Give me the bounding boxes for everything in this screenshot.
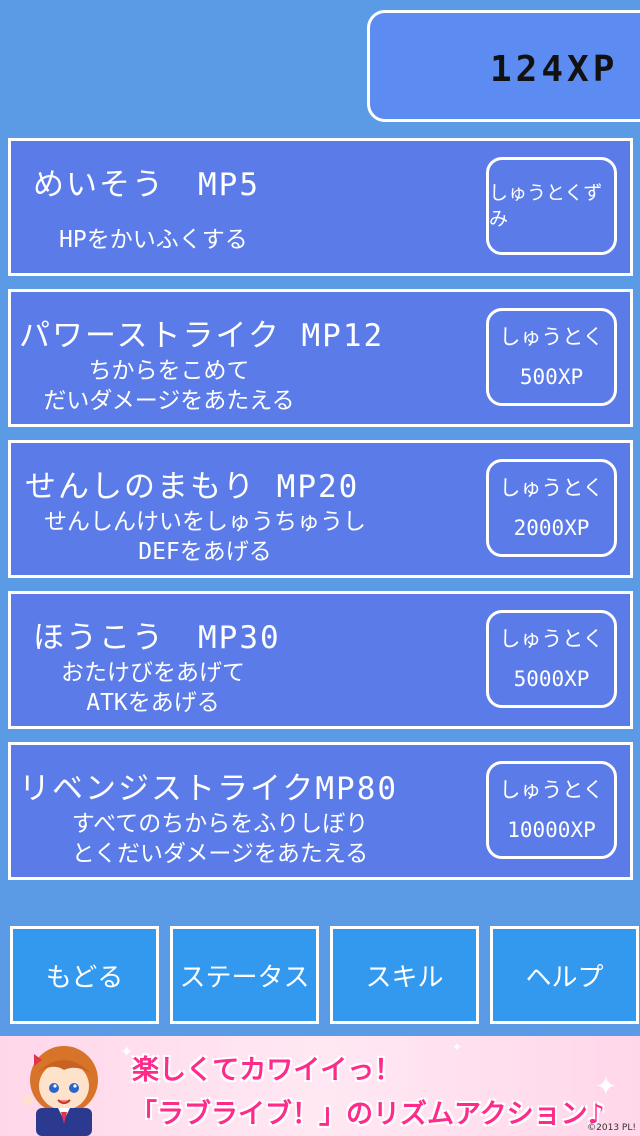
status-button[interactable]: ステータス: [170, 926, 319, 1024]
skill-description-line: おたけびをあげて: [61, 660, 245, 686]
ad-banner[interactable]: ✦ ✦ ✦ 楽しくてカワイイっ！ 「ラブライブ！」のリズムアクション♪ ©201…: [0, 1036, 640, 1136]
skill-title: めいそう MP5: [33, 167, 260, 203]
skill-description: すべてのちからをふりしぼり とくだいダメージをあたえる: [55, 809, 385, 869]
learn-cost: 5000XP: [513, 667, 590, 691]
ad-copyright: ©2013 PL!: [587, 1123, 636, 1133]
learn-button[interactable]: しゅうとく 5000XP: [486, 610, 617, 708]
skill-row-houkou: ほうこう MP30 おたけびをあげて ATKをあげる しゅうとく 5000XP: [8, 591, 633, 729]
xp-panel: 124XP: [367, 10, 640, 122]
skill-description: せんしんけいをしゅうちゅうし DEFをあげる: [35, 507, 375, 567]
idol-character-image: [23, 1046, 98, 1136]
skill-row-revenge-strike: リベンジストライクMP80 すべてのちからをふりしぼり とくだいダメージをあたえ…: [8, 742, 633, 880]
learn-cost: 500XP: [519, 365, 584, 389]
help-button[interactable]: ヘルプ: [490, 926, 639, 1024]
learn-label: しゅうとく: [499, 778, 604, 802]
learn-button[interactable]: しゅうとく 10000XP: [486, 761, 617, 859]
back-button[interactable]: もどる: [10, 926, 159, 1024]
learn-cost: 10000XP: [507, 818, 596, 842]
learn-label: しゅうとく: [499, 627, 604, 651]
skill-description-line: だいダメージをあたえる: [43, 388, 295, 414]
learn-button[interactable]: しゅうとく 500XP: [486, 308, 617, 406]
skill-title: パワーストライク MP12: [19, 318, 385, 354]
sparkle-icon: ✦: [452, 1040, 463, 1054]
skill-title: リベンジストライクMP80: [19, 771, 399, 807]
skill-row-power-strike: パワーストライク MP12 ちからをこめて だいダメージをあたえる しゅうとく …: [8, 289, 633, 427]
learn-button[interactable]: しゅうとく 2000XP: [486, 459, 617, 557]
skill-description-line: DEFをあげる: [138, 539, 272, 565]
skill-row-senshi-no-mamori: せんしのまもり MP20 せんしんけいをしゅうちゅうし DEFをあげる しゅうと…: [8, 440, 633, 578]
skill-title: せんしのまもり MP20: [25, 469, 360, 505]
skill-description: おたけびをあげて ATKをあげる: [53, 658, 253, 718]
skill-description-line: せんしんけいをしゅうちゅうし: [44, 509, 366, 535]
ad-headline: 楽しくてカワイイっ！: [132, 1055, 402, 1086]
skill-description-line: ATKをあげる: [86, 690, 220, 716]
ad-subline: 「ラブライブ！」のリズムアクション♪: [130, 1099, 605, 1130]
skill-description-line: すべてのちからをふりしぼり: [71, 811, 369, 837]
skill-row-meisou: めいそう MP5 HPをかいふくする しゅうとくずみ: [8, 138, 633, 276]
learn-label: しゅうとく: [499, 476, 604, 500]
skill-description-line: ちからをこめて: [88, 358, 250, 384]
learned-label: しゅうとくずみ: [489, 182, 603, 230]
skill-button[interactable]: スキル: [330, 926, 479, 1024]
learned-status-button[interactable]: しゅうとくずみ: [486, 157, 617, 255]
learn-label: しゅうとく: [499, 325, 604, 349]
xp-value: 124XP: [490, 49, 619, 90]
learn-cost: 2000XP: [513, 516, 590, 540]
skill-description-line: とくだいダメージをあたえる: [71, 841, 369, 867]
skill-description: ちからをこめて だいダメージをあたえる: [37, 356, 301, 416]
skill-description: HPをかいふくする: [59, 227, 248, 253]
skill-title: ほうこう MP30: [33, 620, 281, 656]
